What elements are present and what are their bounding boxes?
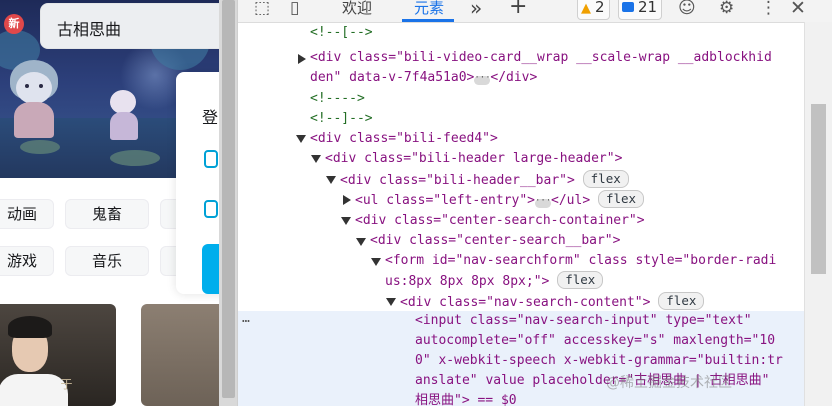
tv-icon bbox=[204, 200, 218, 218]
collapsed-ellipsis-icon[interactable]: ··· bbox=[535, 197, 551, 208]
dom-node[interactable]: <div class="center-search-container"> bbox=[355, 211, 645, 231]
collapsed-ellipsis-icon[interactable]: ··· bbox=[474, 74, 491, 85]
collapse-arrow-icon[interactable] bbox=[296, 135, 306, 143]
inspect-element-icon[interactable]: ⬚ bbox=[254, 0, 270, 17]
web-page-viewport: 新 古相思曲 动画 鬼畜 游戏 音乐 登 于 bbox=[0, 0, 219, 406]
lily-pad bbox=[110, 150, 160, 166]
more-tabs-icon[interactable]: » bbox=[470, 0, 482, 20]
feedback-icon[interactable]: ☺ bbox=[678, 0, 696, 17]
page-scrollbar-thumb[interactable] bbox=[222, 0, 235, 398]
node-options-ellipsis[interactable]: … bbox=[242, 311, 250, 326]
channel-chip-music[interactable]: 音乐 bbox=[65, 246, 149, 276]
search-placeholder: 古相思曲 bbox=[57, 20, 122, 39]
flex-badge[interactable]: flex bbox=[582, 170, 629, 188]
watermark: @稀土掘金技术社区 bbox=[606, 375, 732, 391]
dom-node-continued[interactable]: den" data-v-7f4a51a0>···</div> bbox=[310, 68, 537, 88]
tab-elements[interactable]: 元素 bbox=[414, 0, 444, 18]
collapse-arrow-icon[interactable] bbox=[371, 258, 381, 266]
dom-node[interactable]: <div class="bili-video-card__wrap __scal… bbox=[310, 48, 772, 68]
dom-node[interactable]: <div class="center-search__bar"> bbox=[370, 231, 620, 251]
warning-icon: ▲ bbox=[581, 1, 591, 16]
login-title: 登 bbox=[202, 108, 219, 127]
dom-node[interactable]: <!--]--> bbox=[310, 109, 373, 129]
devtools-scrollbar-thumb[interactable] bbox=[811, 104, 826, 274]
collapse-arrow-icon[interactable] bbox=[386, 298, 396, 306]
message-icon bbox=[622, 2, 634, 12]
expand-arrow-icon[interactable] bbox=[343, 195, 351, 205]
dom-node[interactable]: <!----> bbox=[310, 89, 365, 109]
channel-chip-anime[interactable]: 动画 bbox=[0, 199, 54, 229]
devtools-scrollbar[interactable] bbox=[804, 22, 832, 406]
flex-badge[interactable]: flex bbox=[658, 292, 705, 310]
dom-node[interactable]: <ul class="left-entry">···</ul> flex bbox=[355, 190, 645, 210]
hd-icon bbox=[204, 150, 218, 168]
channel-chip-game[interactable]: 游戏 bbox=[0, 246, 54, 276]
dom-node[interactable]: <form id="nav-searchform" class style="b… bbox=[385, 251, 776, 271]
thumbnail-caption: 于 bbox=[59, 378, 73, 390]
lily-pad bbox=[20, 140, 60, 154]
collapse-arrow-icon[interactable] bbox=[311, 155, 321, 163]
dom-node-continued[interactable]: us:8px 8px 8px 8px;"> flex bbox=[385, 271, 604, 291]
collapse-arrow-icon[interactable] bbox=[326, 176, 336, 184]
collapse-arrow-icon[interactable] bbox=[356, 238, 366, 246]
collapse-arrow-icon[interactable] bbox=[341, 217, 351, 225]
warnings-badge[interactable]: ▲ 2 bbox=[577, 0, 610, 20]
video-thumbnail[interactable] bbox=[141, 304, 219, 406]
messages-badge[interactable]: 21 bbox=[618, 0, 663, 20]
search-input[interactable]: 古相思曲 bbox=[40, 3, 219, 49]
video-thumbnail[interactable]: 于 bbox=[0, 304, 116, 406]
selected-node-line: autocomplete="off" accesskey="s" maxleng… bbox=[415, 333, 776, 348]
dom-node[interactable]: <!--[--> bbox=[310, 23, 373, 43]
new-badge: 新 bbox=[4, 14, 24, 34]
selected-node-line: 0" x-webkit-speech x-webkit-grammar="bui… bbox=[415, 353, 783, 368]
more-options-icon[interactable]: ⋮ bbox=[760, 0, 777, 17]
device-emulation-icon[interactable]: ▯ bbox=[290, 0, 299, 17]
dom-node[interactable]: <div class="bili-header__bar"> flex bbox=[340, 170, 629, 190]
selected-node-line: 相思曲"> == $0 bbox=[415, 393, 517, 406]
add-tab-icon[interactable]: + bbox=[509, 0, 527, 19]
devtools-panel: ⬚ ▯ 欢迎 元素 » + ▲ 2 21 ☺ ⚙ ⋮ ✕ <!--[--> <di… bbox=[238, 0, 832, 406]
tab-welcome[interactable]: 欢迎 bbox=[342, 0, 372, 18]
dom-node[interactable]: <div class="bili-header large-header"> bbox=[325, 149, 622, 169]
expand-arrow-icon[interactable] bbox=[298, 54, 306, 64]
dom-node[interactable]: <div class="bili-feed4"> bbox=[310, 129, 498, 149]
flex-badge[interactable]: flex bbox=[557, 271, 604, 289]
login-popover: 登 bbox=[176, 72, 219, 294]
channel-chip-kichiku[interactable]: 鬼畜 bbox=[65, 199, 149, 229]
dom-tree: <!--[--> <div class="bili-video-card__wr… bbox=[238, 22, 804, 310]
devtools-toolbar: ⬚ ▯ 欢迎 元素 » + ▲ 2 21 ☺ ⚙ ⋮ ✕ bbox=[238, 0, 832, 23]
flex-badge[interactable]: flex bbox=[597, 190, 645, 208]
close-icon[interactable]: ✕ bbox=[790, 0, 806, 18]
dom-node[interactable]: <div class="nav-search-content"> flex bbox=[400, 292, 705, 312]
selected-node-line: <input class="nav-search-input" type="te… bbox=[415, 313, 752, 328]
login-button[interactable] bbox=[202, 244, 219, 294]
settings-gear-icon[interactable]: ⚙ bbox=[719, 0, 734, 17]
page-scrollbar[interactable] bbox=[219, 0, 238, 406]
